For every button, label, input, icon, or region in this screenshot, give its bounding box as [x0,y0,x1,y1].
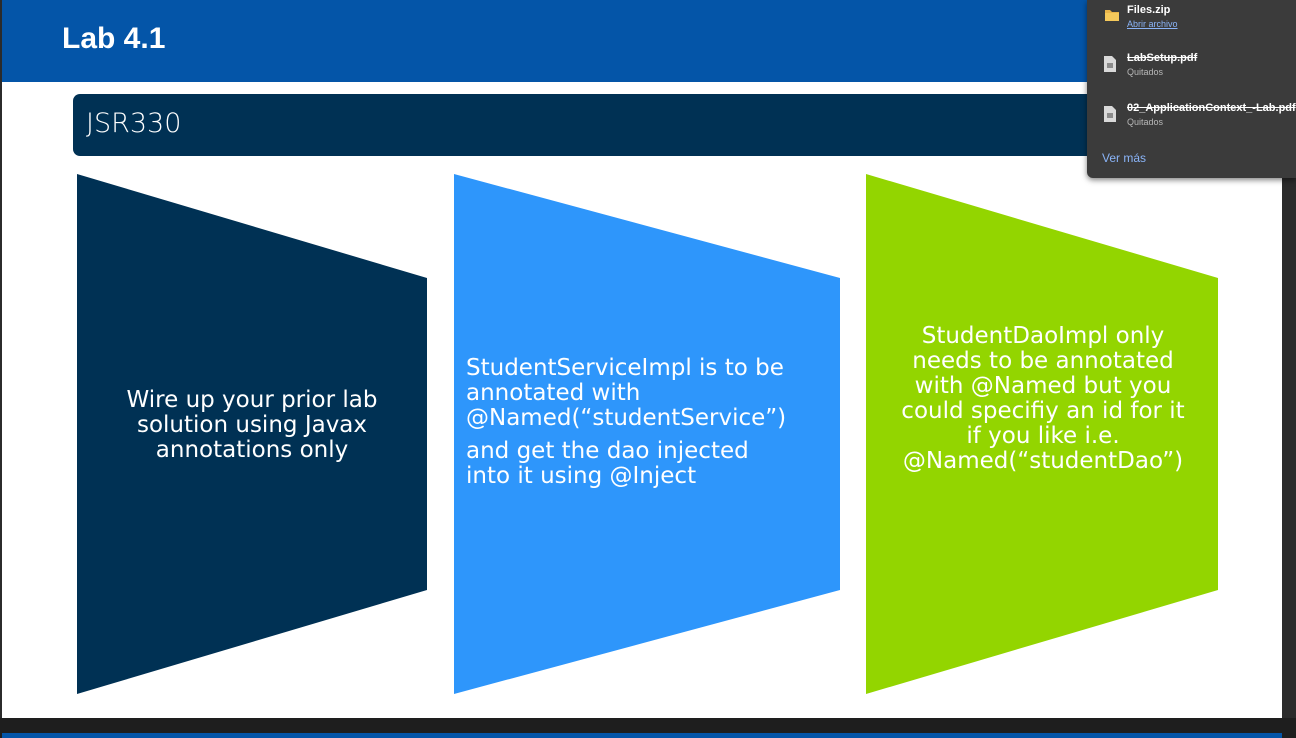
see-more-link[interactable]: Ver más [1102,151,1146,165]
panel-3-line: could specifiy an id for it [901,398,1185,424]
panel-2-line: into it using @Inject [466,463,697,489]
pdf-file-icon [1104,56,1116,72]
panel-student-service: StudentServiceImpl is to be annotated wi… [454,174,840,694]
panel-3-line: needs to be annotated [912,348,1174,374]
panel-1-text: Wire up your prior lab solution using Ja… [107,388,397,463]
open-file-link[interactable]: Abrir archivo [1127,19,1178,29]
panel-1-line: Wire up your prior lab [126,387,378,413]
panel-javax-annotations: Wire up your prior lab solution using Ja… [77,174,427,694]
download-status: Quitados [1127,117,1164,127]
download-item-applicationcontext[interactable]: 02_ApplicationContext_-Lab.pdf Quitados [1087,98,1296,142]
panel-2-line: StudentServiceImpl is to be [466,355,784,381]
slide-title: Lab 4.1 [62,22,166,55]
download-item-labsetup[interactable]: LabSetup.pdf Quitados [1087,48,1296,92]
panel-2-line: @Named(“studentService”) [466,405,787,431]
panel-3-line: StudentDaoImpl only [921,323,1165,349]
panel-3-line: @Named(“studentDao”) [902,448,1184,474]
panel-1-line: annotations only [155,437,349,463]
panel-1-line: solution using Javax [136,412,368,438]
pdf-file-icon [1104,106,1116,122]
folder-icon [1105,10,1119,21]
panel-2-line: annotated with [466,380,641,406]
panel-2-paragraph: and get the dao injected into it using @… [466,439,836,489]
panel-3-text: StudentDaoImpl only needs to be annotate… [878,324,1208,474]
next-slide-edge [2,733,1282,738]
download-file-name: LabSetup.pdf [1127,52,1198,64]
download-file-name: 02_ApplicationContext_-Lab.pdf [1127,102,1296,114]
downloads-popup: Files.zip Abrir archivo LabSetup.pdf Qui… [1087,0,1296,178]
panel-3-line: with @Named but you [914,373,1172,399]
panel-student-dao: StudentDaoImpl only needs to be annotate… [866,174,1218,694]
panel-2-paragraph: StudentServiceImpl is to be annotated wi… [466,356,836,431]
panel-2-line: and get the dao injected [466,438,749,464]
download-status: Quitados [1127,67,1164,77]
download-file-name: Files.zip [1127,4,1171,16]
download-item-files-zip[interactable]: Files.zip Abrir archivo [1087,0,1296,44]
subtitle-text: JSR330 [86,108,182,139]
panel-2-text: StudentServiceImpl is to be annotated wi… [466,356,836,497]
panel-3-line: if you like i.e. [966,423,1120,449]
